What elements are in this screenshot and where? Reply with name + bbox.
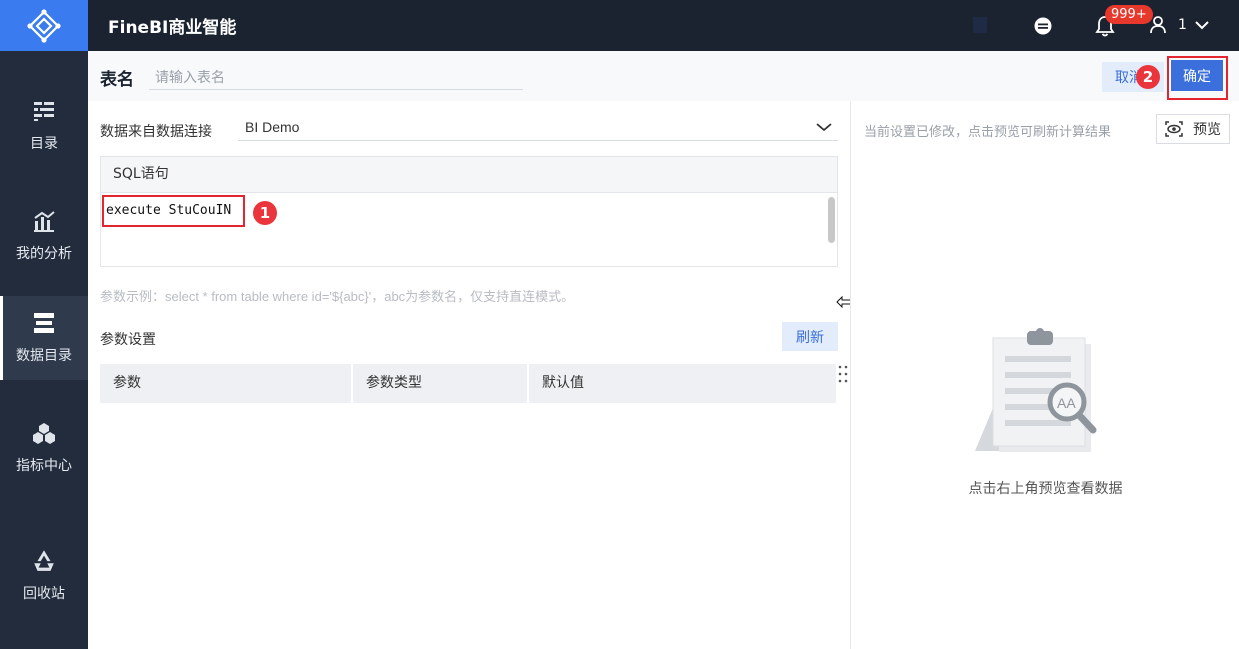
sql-highlight-box xyxy=(102,195,245,227)
sidebar-item-catalog[interactable]: 目录 xyxy=(0,84,88,168)
chevron-down-icon xyxy=(816,122,832,131)
sidebar-item-metrics-center[interactable]: 指标中心 xyxy=(0,406,88,490)
eye-scan-icon xyxy=(1165,121,1183,137)
top-header: FineBI商业智能 999+ 1 xyxy=(88,0,1239,51)
sidebar: 目录 我的分析 数据目录 指标中心 回收站 xyxy=(0,0,88,649)
sidebar-item-label: 回收站 xyxy=(23,586,65,602)
table-name-bar: 表名 取消 确定 2 xyxy=(88,51,1239,101)
user-name: 1 xyxy=(1178,17,1187,33)
sidebar-item-data-catalog[interactable]: 数据目录 xyxy=(0,296,88,380)
table-name-input[interactable] xyxy=(149,64,523,90)
data-connection-value: BI Demo xyxy=(245,118,300,135)
sql-scrollbar[interactable] xyxy=(828,197,835,243)
sql-text-area[interactable]: execute StuCouIN 1 xyxy=(101,193,837,266)
chevron-down-icon xyxy=(1195,21,1209,30)
app-logo[interactable] xyxy=(0,0,88,51)
cubes-icon xyxy=(33,423,55,444)
sql-header: SQL语句 xyxy=(101,157,837,193)
sidebar-item-my-analysis[interactable]: 我的分析 xyxy=(0,194,88,278)
notification-badge: 999+ xyxy=(1105,5,1153,24)
logo-icon xyxy=(27,8,61,43)
header-placeholder-icon xyxy=(973,17,987,33)
sql-editor[interactable]: SQL语句 execute StuCouIN 1 xyxy=(100,156,838,267)
sidebar-item-label: 指标中心 xyxy=(16,458,72,474)
sql-editor-pane: 数据来自数据连接 BI Demo SQL语句 execute StuCouIN … xyxy=(88,101,850,649)
parameter-hint: 参数示例：select * from table where id='${abc… xyxy=(100,289,575,304)
table-name-label: 表名 xyxy=(100,70,134,90)
sidebar-item-label: 数据目录 xyxy=(16,348,72,364)
user-menu[interactable]: 1 xyxy=(1150,16,1209,34)
app-title: FineBI商业智能 xyxy=(108,18,237,38)
app-window: 目录 我的分析 数据目录 指标中心 回收站 FineBI商业智能 999+ 1 … xyxy=(0,0,1239,649)
sidebar-item-recycle-bin[interactable]: 回收站 xyxy=(0,520,88,630)
preview-pane: 当前设置已修改，点击预览可刷新计算结果 预览 AA 点击右上角预览查看数据 xyxy=(850,101,1239,649)
user-icon xyxy=(1150,16,1166,34)
parameter-table-header: 参数 参数类型 默认值 xyxy=(100,364,836,403)
pane-drag-handle-icon[interactable] xyxy=(838,365,848,383)
confirm-highlight-box xyxy=(1167,56,1228,100)
preview-button[interactable]: 预览 xyxy=(1156,114,1230,144)
refresh-button[interactable]: 刷新 xyxy=(782,322,838,351)
message-icon[interactable] xyxy=(1033,16,1053,36)
svg-text:AA: AA xyxy=(1057,395,1076,411)
empty-preview-message: 点击右上角预览查看数据 xyxy=(968,480,1123,496)
empty-data-illustration-icon: AA xyxy=(975,328,1097,452)
column-header-default-value: 默认值 xyxy=(527,364,836,403)
sidebar-item-label: 目录 xyxy=(30,136,58,152)
list-icon xyxy=(34,102,54,121)
column-header-param: 参数 xyxy=(113,375,141,391)
step-2-badge: 2 xyxy=(1136,65,1160,89)
preview-note: 当前设置已修改，点击预览可刷新计算结果 xyxy=(864,124,1112,139)
analysis-chart-icon xyxy=(34,211,55,232)
step-1-badge: 1 xyxy=(253,201,277,225)
column-header-param-type: 参数类型 xyxy=(351,364,527,403)
preview-button-label: 预览 xyxy=(1193,121,1221,137)
parameter-settings-label: 参数设置 xyxy=(100,332,156,348)
sidebar-item-label: 我的分析 xyxy=(16,246,72,262)
recycle-icon xyxy=(34,550,54,571)
data-connection-select[interactable]: BI Demo xyxy=(238,113,838,141)
data-source-label: 数据来自数据连接 xyxy=(100,124,212,140)
database-icon xyxy=(34,313,54,333)
